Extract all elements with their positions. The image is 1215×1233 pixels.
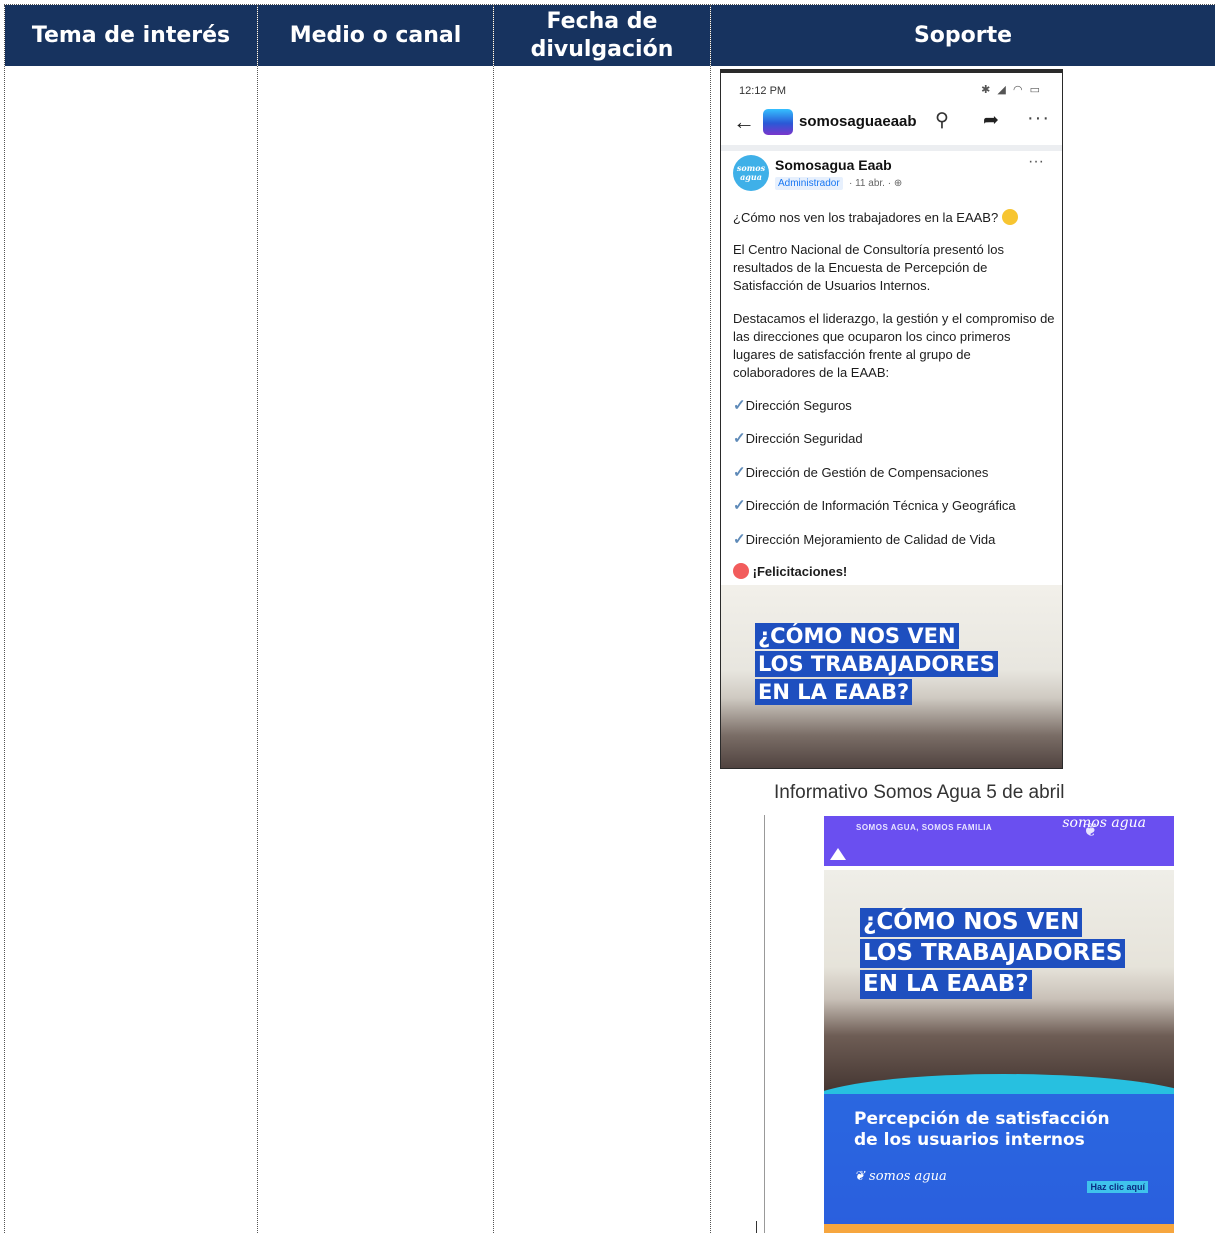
search-icon[interactable]: ⚲ (935, 109, 949, 132)
list-item-text: Dirección de Gestión de Compensaciones (745, 465, 989, 480)
headline-line: LOS TRABAJADORES (755, 651, 998, 677)
footer-logo-text: somos agua (869, 1169, 947, 1184)
post-date: · 11 abr. · (849, 178, 892, 189)
somos-agua-logo: somos agua (1062, 816, 1146, 831)
text-cursor (756, 1221, 757, 1233)
list-item-text: Dirección Seguros (745, 398, 852, 413)
list-item-text: Dirección de Información Técnica y Geogr… (745, 498, 1016, 513)
post-image[interactable]: ¿CÓMO NOS VEN LOS TRABAJADORES EN LA EAA… (721, 585, 1062, 768)
newsletter-subtitle: Percepción de satisfacción de los usuari… (854, 1109, 1110, 1151)
eaab-logo-icon: ❦ (854, 1169, 865, 1184)
post-paragraph-1: El Centro Nacional de Consultoría presen… (733, 242, 1004, 293)
header-medio: Medio o canal (258, 5, 493, 66)
checkmark-icon: ✓ (733, 430, 746, 447)
post-closing-text: ¡Felicitaciones! (752, 564, 848, 579)
checkmark-icon: ✓ (733, 497, 746, 514)
more-options-icon[interactable]: ··· (1027, 107, 1050, 130)
back-arrow-icon[interactable]: ← (733, 109, 755, 135)
post-paragraph-2: Destacamos el liderazgo, la gestión y el… (733, 311, 1055, 380)
newsletter-frame-border (764, 815, 765, 1233)
newsletter-headline: ¿CÓMO NOS VEN LOS TRABAJADORES EN LA EAA… (860, 908, 1126, 1001)
list-item: ✓Dirección Seguros (733, 396, 852, 414)
cta-button[interactable]: Haz clic aquí (1087, 1181, 1148, 1193)
heart-eyes-emoji-icon (733, 563, 749, 579)
headline-line: EN LA EAAB? (860, 970, 1032, 999)
headline-line: EN LA EAAB? (755, 679, 913, 705)
subtitle-line: de los usuarios internos (854, 1130, 1085, 1150)
list-item-text: Dirección Seguridad (745, 431, 863, 446)
header-tema: Tema de interés (5, 5, 257, 66)
header-fecha-label: Fecha de divulgación (530, 8, 674, 62)
header-fecha: Fecha de divulgación (494, 5, 710, 66)
newsletter-tagline: SOMOS AGUA, SOMOS FAMILIA (856, 823, 993, 832)
newsletter-photo[interactable]: ¿CÓMO NOS VEN LOS TRABAJADORES EN LA EAA… (824, 870, 1174, 1100)
facebook-post-screenshot: 12:12 PM ✱ ◢ ◠ ▭ ← somosaguaeaab ⚲ ➦ ···… (720, 69, 1063, 769)
header-soporte: Soporte (711, 5, 1215, 66)
column-divider (493, 5, 494, 1233)
post-options-icon[interactable]: ··· (1028, 153, 1044, 171)
post-meta: · 11 abr. · ⊕ (849, 178, 902, 189)
newsletter-title: Informativo Somos Agua 5 de abril (774, 782, 1065, 803)
list-item: ✓Dirección de Gestión de Compensaciones (733, 463, 988, 481)
headline-line: ¿CÓMO NOS VEN (860, 908, 1083, 937)
headline-line: LOS TRABAJADORES (860, 939, 1126, 968)
header-soporte-label: Soporte (913, 22, 1013, 48)
globe-icon: ⊕ (893, 178, 903, 189)
post-closing: ¡Felicitaciones! (733, 563, 847, 579)
newsletter-screenshot: Informativo Somos Agua 5 de abril SOMOS … (722, 771, 1174, 1233)
avatar[interactable]: somos agua (733, 155, 769, 191)
headline-line: ¿CÓMO NOS VEN (755, 623, 959, 649)
thinking-emoji-icon (1001, 209, 1018, 225)
list-item: ✓Dirección Mejoramiento de Calidad de Vi… (733, 530, 995, 548)
subtitle-line: Percepción de satisfacción (854, 1109, 1110, 1129)
checkmark-icon: ✓ (733, 464, 746, 481)
list-item-text: Dirección Mejoramiento de Calidad de Vid… (745, 532, 996, 547)
header-medio-label: Medio o canal (289, 22, 462, 48)
app-bar: ← somosaguaeaab ⚲ ➦ ··· (721, 105, 1062, 139)
checkmark-icon: ✓ (733, 397, 746, 414)
newsletter-top-bar: SOMOS AGUA, SOMOS FAMILIA ❦ somos agua (824, 816, 1174, 866)
divider (721, 145, 1062, 151)
post-author[interactable]: Somosagua Eaab (775, 157, 892, 173)
role-badge: Administrador (775, 177, 843, 190)
header-tema-label: Tema de interés (31, 22, 231, 48)
page-logo-icon (763, 109, 793, 135)
status-icons: ✱ ◢ ◠ ▭ (981, 84, 1042, 96)
post-question: ¿Cómo nos ven los trabajadores en la EAA… (733, 209, 1055, 227)
column-divider (4, 5, 5, 1233)
column-divider (710, 5, 711, 1233)
footer-logo: ❦ somos agua (854, 1169, 947, 1184)
status-time: 12:12 PM (739, 85, 787, 97)
newsletter-card: SOMOS AGUA, SOMOS FAMILIA ❦ somos agua ¿… (824, 816, 1174, 1233)
page-name[interactable]: somosaguaeaab (799, 113, 917, 130)
list-item: ✓Dirección de Información Técnica y Geog… (733, 496, 1016, 514)
post-question-text: ¿Cómo nos ven los trabajadores en la EAA… (733, 210, 999, 225)
column-divider (257, 5, 258, 1233)
triangle-icon (830, 848, 846, 860)
orange-footer-bar (824, 1224, 1174, 1233)
list-item: ✓Dirección Seguridad (733, 429, 863, 447)
checkmark-icon: ✓ (733, 531, 746, 548)
share-icon[interactable]: ➦ (983, 109, 999, 132)
post-image-headline: ¿CÓMO NOS VEN LOS TRABAJADORES EN LA EAA… (755, 623, 998, 707)
